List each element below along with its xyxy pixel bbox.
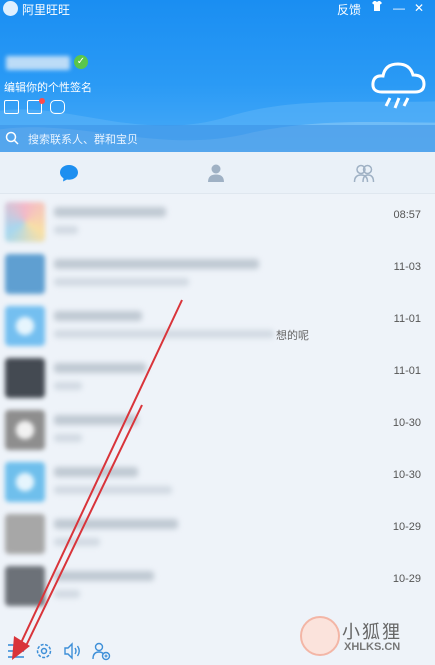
username-blurred — [6, 56, 70, 70]
menu-icon[interactable] — [6, 641, 26, 661]
conversation-item[interactable]: 想的呢 11-01 — [0, 299, 435, 351]
avatar — [5, 462, 45, 502]
profile-header: 阿里旺旺 反馈 — ✕ ✓ 编辑你的个性签名 搜索联系人、群和宝贝 — [0, 0, 435, 152]
contact-name-blurred — [54, 311, 142, 321]
message-preview-blurred — [54, 278, 189, 286]
notice-icon[interactable] — [27, 98, 45, 114]
message-time: 11-01 — [393, 313, 421, 325]
avatar — [5, 202, 45, 242]
watermark-url: XHLKS.CN — [344, 641, 401, 653]
contact-name-blurred — [54, 467, 138, 477]
conversation-list: 08:57 11-03 想的呢 11-01 11-01 10-30 10-30 … — [0, 195, 435, 625]
card-icon[interactable] — [4, 100, 19, 114]
settings-icon[interactable] — [34, 641, 54, 661]
message-time: 10-29 — [392, 573, 421, 585]
message-preview-blurred — [54, 538, 100, 546]
add-contact-icon[interactable] — [91, 641, 111, 661]
signature-field[interactable]: 编辑你的个性签名 — [4, 79, 92, 95]
contact-name-blurred — [54, 259, 259, 269]
app-title: 阿里旺旺 — [22, 3, 71, 17]
avatar — [5, 306, 45, 346]
tab-groups[interactable] — [353, 162, 375, 184]
conversation-item[interactable]: 10-29 — [0, 559, 435, 611]
sound-icon[interactable] — [62, 641, 82, 661]
avatar — [5, 566, 45, 606]
title-bar: 阿里旺旺 反馈 — ✕ — [0, 0, 435, 18]
profile-icons — [4, 98, 65, 114]
conversation-item[interactable]: 11-03 — [0, 247, 435, 299]
check-badge-icon: ✓ — [74, 55, 88, 69]
avatar — [5, 254, 45, 294]
message-preview-blurred — [54, 434, 82, 442]
watermark: 小狐狸 XHLKS.CN — [300, 614, 435, 665]
message-preview-blurred — [54, 486, 172, 494]
contact-name-blurred — [54, 571, 154, 581]
message-preview-blurred — [54, 590, 80, 598]
message-time: 10-30 — [392, 417, 421, 429]
message-preview-blurred — [54, 226, 78, 234]
conversation-item[interactable]: 10-30 — [0, 455, 435, 507]
app-logo-icon — [3, 1, 18, 16]
shirt-icon[interactable] — [368, 0, 386, 16]
conversation-item[interactable]: 10-29 — [0, 507, 435, 559]
contact-name-blurred — [54, 363, 146, 373]
message-preview-tail: 想的呢 — [276, 330, 309, 342]
tab-bar — [0, 152, 435, 194]
feedback-link[interactable]: 反馈 — [337, 1, 361, 18]
message-preview-blurred — [54, 330, 274, 338]
message-time: 11-01 — [393, 365, 421, 377]
message-time: 11-03 — [393, 261, 421, 273]
conversation-item[interactable]: 08:57 — [0, 195, 435, 247]
message-preview-blurred — [54, 382, 82, 390]
conversation-item[interactable]: 11-01 — [0, 351, 435, 403]
conversation-item[interactable]: 10-30 — [0, 403, 435, 455]
contact-name-blurred — [54, 207, 166, 217]
search-icon — [5, 131, 19, 145]
fox-logo-icon — [300, 616, 340, 656]
avatar — [5, 514, 45, 554]
avatar — [5, 358, 45, 398]
minimize-button[interactable]: — — [390, 0, 408, 16]
weather-cloud-icon — [371, 62, 426, 109]
bag-icon[interactable] — [50, 100, 65, 114]
avatar — [5, 410, 45, 450]
contact-name-blurred — [54, 519, 178, 529]
search-input[interactable]: 搜索联系人、群和宝贝 — [28, 131, 138, 147]
message-time: 10-29 — [392, 521, 421, 533]
contact-name-blurred — [54, 415, 138, 425]
tab-contacts[interactable] — [205, 162, 227, 184]
message-time: 10-30 — [392, 469, 421, 481]
search-bar[interactable]: 搜索联系人、群和宝贝 — [0, 125, 435, 152]
close-button[interactable]: ✕ — [410, 0, 428, 16]
message-time: 08:57 — [393, 209, 421, 221]
tab-recent-chats[interactable] — [58, 162, 80, 184]
